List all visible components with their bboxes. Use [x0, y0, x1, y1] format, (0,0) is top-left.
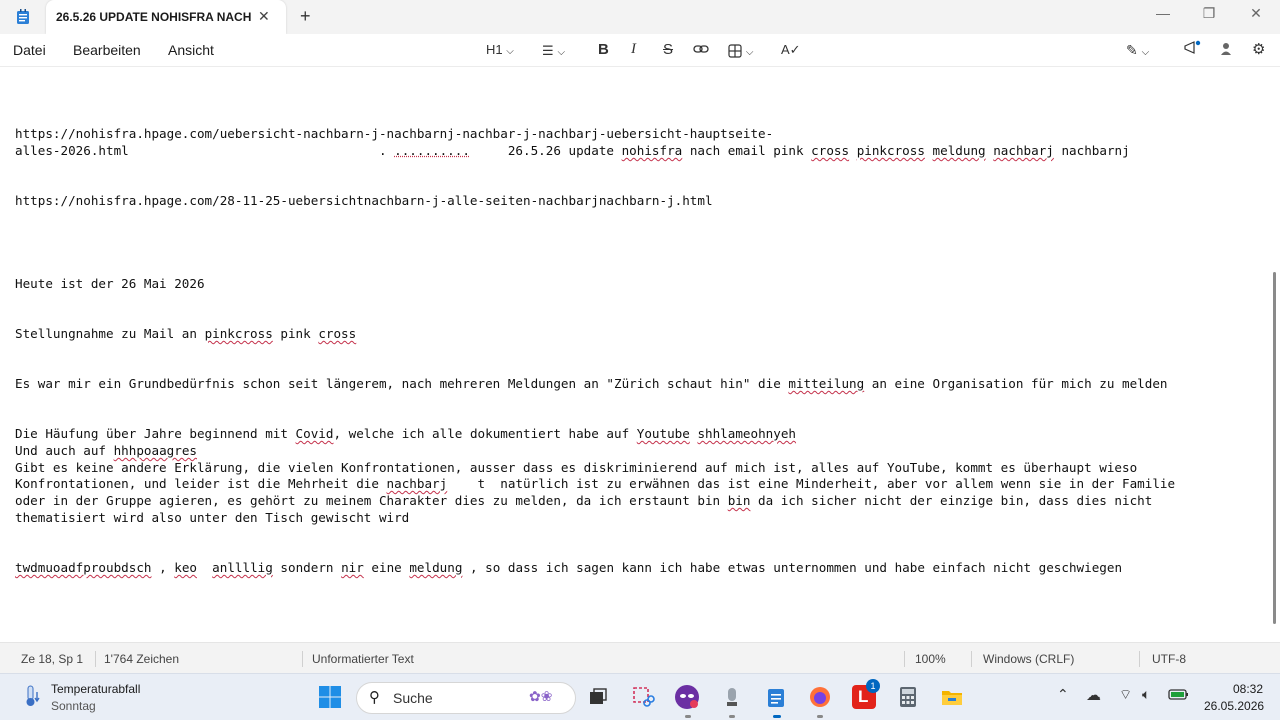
- text-line: thematisiert wird also unter den Tisch g…: [15, 510, 410, 525]
- clock-time[interactable]: 08:32: [1233, 682, 1263, 696]
- heading-dropdown[interactable]: H1 ⌵: [486, 42, 514, 57]
- text-line: https://nohisfra.hpage.com/28-11-25-uebe…: [15, 193, 713, 208]
- clock-date[interactable]: 26.05.2026: [1204, 699, 1264, 713]
- mask-app-icon[interactable]: [675, 685, 699, 709]
- text-line: oder in der Gruppe agieren, es gehört zu…: [15, 493, 1153, 508]
- lavender-image-icon: ✿❀: [529, 688, 553, 704]
- text-line: Konfrontationen, und leider ist die Mehr…: [15, 476, 1176, 491]
- windows-start-icon[interactable]: [318, 685, 342, 709]
- l-app-icon[interactable]: L 1: [852, 679, 880, 709]
- line-ending[interactable]: Windows (CRLF): [983, 652, 1074, 666]
- weather-widget[interactable]: Temperaturabfall Sonntag: [0, 674, 200, 720]
- task-view-icon[interactable]: [586, 685, 610, 709]
- voice-recorder-icon[interactable]: [720, 685, 744, 709]
- weather-title: Temperaturabfall: [51, 682, 141, 696]
- text-line: alles-2026.html . .......... 26.5.26 upd…: [15, 143, 1130, 158]
- notification-badge: 1: [866, 679, 880, 693]
- snipping-tool-icon[interactable]: [631, 685, 655, 709]
- table-dropdown[interactable]: ⌵: [728, 42, 753, 58]
- menu-ansicht[interactable]: Ansicht: [168, 42, 214, 58]
- thermometer-icon: [26, 685, 40, 706]
- status-bar: Ze 18, Sp 1 1'764 Zeichen Unformatierter…: [0, 642, 1280, 673]
- search-icon: ⚲: [369, 689, 380, 706]
- tab-title: 26.5.26 UPDATE NOHISFRA NACH: [56, 10, 252, 24]
- maximize-button[interactable]: ❐: [1194, 5, 1224, 22]
- italic-button[interactable]: I: [631, 41, 636, 58]
- calculator-icon[interactable]: [896, 685, 920, 709]
- zoom-level[interactable]: 100%: [915, 652, 946, 666]
- strikethrough-button[interactable]: S: [663, 41, 673, 58]
- pen-sparkle-icon: ✎: [1126, 42, 1138, 58]
- text-line: twdmuoadfproubdsch , keo anllllig sonder…: [15, 560, 1123, 575]
- text-line: Heute ist der 26 Mai 2026: [15, 276, 205, 291]
- text-line: Gibt es keine andere Erklärung, die viel…: [15, 460, 1138, 475]
- cloud-icon[interactable]: ☁: [1086, 686, 1101, 704]
- cursor-position: Ze 18, Sp 1: [21, 652, 84, 666]
- notepad-icon: [16, 9, 30, 25]
- settings-gear-icon[interactable]: ⚙: [1252, 40, 1265, 58]
- list-dropdown[interactable]: ☰ ⌵: [542, 42, 565, 59]
- chevron-down-icon: ⌵: [1141, 47, 1150, 58]
- table-icon: [728, 44, 742, 58]
- character-count: 1'764 Zeichen: [104, 652, 180, 666]
- text-format: Unformatierter Text: [312, 652, 414, 666]
- battery-icon[interactable]: [1168, 686, 1190, 707]
- weather-subtitle: Sonntag: [51, 699, 96, 713]
- text-line: Die Häufung über Jahre beginnend mit Cov…: [15, 426, 797, 441]
- text-line: Es war mir ein Grundbedürfnis schon seit…: [15, 376, 1168, 391]
- vertical-scrollbar[interactable]: [1273, 272, 1276, 624]
- chevron-down-icon: ⌵: [506, 46, 514, 57]
- text-line: Und auch auf hhhpoaagres: [15, 443, 197, 458]
- menu-datei[interactable]: Datei: [13, 42, 46, 58]
- heading-label: H1: [486, 42, 503, 57]
- taskbar-search[interactable]: ⚲ Suche ✿❀: [356, 682, 576, 714]
- link-icon[interactable]: [693, 43, 709, 55]
- text-line: https://nohisfra.hpage.com/uebersicht-na…: [15, 126, 774, 141]
- close-button[interactable]: ✕: [1241, 5, 1271, 22]
- title-bar: 26.5.26 UPDATE NOHISFRA NACH ✕ + — ❐ ✕: [0, 0, 1280, 34]
- wifi-icon[interactable]: ⌔: [1119, 686, 1132, 704]
- tab-close-icon[interactable]: ✕: [258, 8, 270, 25]
- copilot-dropdown[interactable]: ✎ ⌵: [1126, 42, 1149, 59]
- menu-bearbeiten[interactable]: Bearbeiten: [73, 42, 141, 58]
- file-explorer-icon[interactable]: [940, 685, 964, 709]
- bold-button[interactable]: B: [598, 41, 609, 58]
- menu-bar: Datei Bearbeiten Ansicht H1 ⌵ ☰ ⌵ B I S …: [0, 34, 1280, 67]
- encoding[interactable]: UTF-8: [1152, 652, 1186, 666]
- speaker-icon[interactable]: 🔈︎: [1142, 686, 1150, 703]
- list-icon: ☰: [542, 43, 554, 58]
- minimize-button[interactable]: —: [1148, 5, 1178, 21]
- account-icon[interactable]: [1220, 42, 1232, 56]
- chevron-down-icon: ⌵: [745, 47, 754, 58]
- firefox-icon[interactable]: [808, 685, 832, 709]
- document-tab[interactable]: 26.5.26 UPDATE NOHISFRA NACH ✕: [46, 0, 286, 34]
- notepad-taskbar-icon[interactable]: [764, 685, 788, 709]
- spellcheck-icon[interactable]: A✓: [781, 42, 801, 58]
- chevron-up-icon[interactable]: ⌃: [1057, 686, 1069, 703]
- chevron-down-icon: ⌵: [557, 47, 566, 58]
- text-line: Stellungnahme zu Mail an pinkcross pink …: [15, 326, 357, 341]
- new-tab-button[interactable]: +: [300, 6, 311, 27]
- announcement-icon[interactable]: [1183, 40, 1201, 56]
- search-label: Suche: [393, 690, 433, 706]
- text-editor[interactable]: https://nohisfra.hpage.com/uebersicht-na…: [0, 67, 1270, 642]
- taskbar: Temperaturabfall Sonntag ⚲ Suche ✿❀ L 1 …: [0, 673, 1280, 720]
